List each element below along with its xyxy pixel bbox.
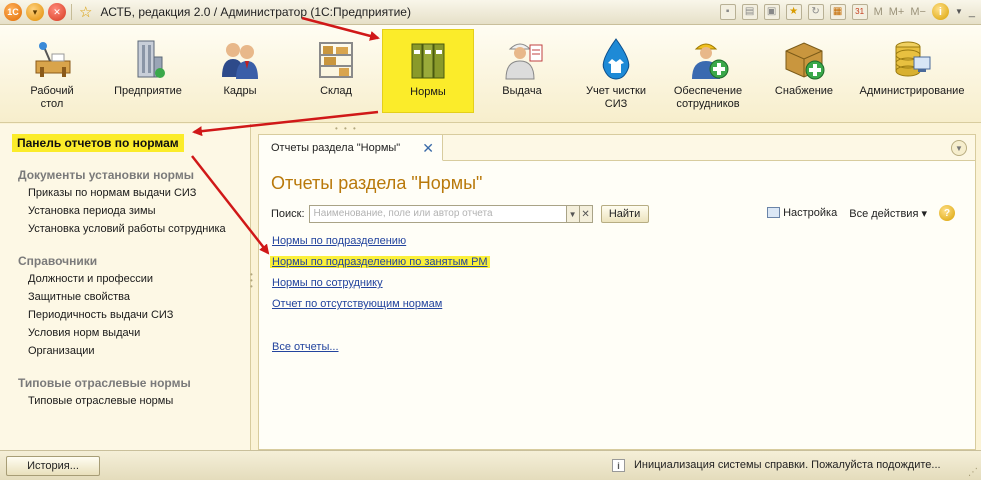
section-label: Обеспечение сотрудников [673, 85, 743, 110]
status-info-icon: i [612, 459, 625, 472]
section-label: Предприятие [114, 85, 182, 97]
all-reports-link[interactable]: Все отчеты... [272, 341, 339, 353]
report-panel-content: Отчеты раздела "Нормы" Поиск: Наименован… [259, 161, 975, 449]
memory-plus-button[interactable]: M+ [889, 6, 905, 18]
search-dropdown-icon[interactable]: ▼ [566, 205, 580, 223]
favorites-star-icon[interactable]: ☆ [79, 3, 92, 21]
nav-group-title: Документы установки нормы [18, 168, 194, 182]
info-dropdown-icon[interactable]: ▼ [955, 7, 963, 16]
memory-m-button[interactable]: M [874, 6, 883, 18]
search-clear-icon[interactable]: ✕ [579, 205, 593, 223]
settings-icon [767, 207, 781, 218]
all-actions-button[interactable]: Все действия ▾ [849, 207, 927, 220]
people-icon [218, 37, 262, 81]
status-bar: История... i Инициализация системы справ… [0, 450, 981, 480]
app-logo-icon[interactable]: 1C [4, 3, 22, 21]
section-label: Выдача [502, 85, 542, 97]
main-workspace: Отчеты раздела "Нормы" ✕ ▼ Отчеты раздел… [258, 134, 976, 450]
window-title: АСТБ, редакция 2.0 / Администратор (1С:П… [100, 5, 411, 19]
nav-item-issue-frequency[interactable]: Периодичность выдачи СИЗ [28, 309, 173, 321]
report-link-by-department-workplaces[interactable]: Нормы по подразделению по занятым РМ [270, 256, 490, 268]
search-input[interactable]: Наименование, поле или автор отчета [308, 205, 567, 223]
nav-item-norm-conditions[interactable]: Условия норм выдачи [28, 327, 140, 339]
page-title: Отчеты раздела "Нормы" [271, 173, 483, 193]
sections-panel: Рабочий стол Предприятие Кадры Склад Нор… [0, 25, 981, 123]
nav-group-title: Справочники [18, 254, 98, 268]
section-desktop[interactable]: Рабочий стол [14, 29, 90, 115]
report-link-missing-norms[interactable]: Отчет по отсутствующим нормам [272, 298, 442, 310]
section-label: Учет чистки СИЗ [586, 85, 646, 110]
section-label: Рабочий стол [30, 85, 74, 110]
add-favorite-icon[interactable]: ★ [785, 3, 802, 20]
vertical-splitter-handle[interactable]: • • • [250, 271, 256, 291]
main-menu-icon[interactable]: ▾ [26, 3, 44, 21]
history-button[interactable]: История... [6, 456, 100, 476]
save-icon[interactable]: ▪ [719, 3, 736, 20]
memory-minus-button[interactable]: M− [910, 6, 926, 18]
panel-title: Панель отчетов по нормам [12, 134, 184, 152]
desk-icon [30, 37, 74, 81]
title-bar: 1C ▾ ✕ ☆ АСТБ, редакция 2.0 / Администра… [0, 0, 981, 25]
horizontal-splitter-handle[interactable]: • • • [335, 124, 358, 133]
nav-item-standard-norms[interactable]: Типовые отраслевые нормы [28, 395, 173, 407]
section-issue[interactable]: Выдача [484, 29, 560, 115]
section-label: Снабжение [774, 85, 834, 97]
nav-item-winter-period[interactable]: Установка периода зимы [28, 205, 156, 217]
print-preview-icon[interactable]: ▣ [763, 3, 780, 20]
section-hr[interactable]: Кадры [200, 29, 280, 115]
report-link-by-employee[interactable]: Нормы по сотруднику [272, 277, 383, 289]
section-administration[interactable]: Администрирование [856, 29, 968, 115]
print-icon[interactable]: ▤ [741, 3, 758, 20]
section-label: Кадры [223, 85, 257, 97]
find-button[interactable]: Найти [600, 205, 649, 223]
close-tab-icon[interactable]: ✕ [422, 140, 434, 157]
chevron-down-icon[interactable]: ▼ [951, 140, 967, 156]
database-icon [890, 37, 934, 81]
search-label: Поиск: [271, 208, 305, 220]
resize-grip-icon[interactable]: ⋰ [968, 467, 978, 478]
binders-icon [406, 38, 450, 82]
section-norms[interactable]: Нормы [382, 29, 474, 113]
help-icon[interactable]: ? [939, 205, 955, 221]
tab-label: Отчеты раздела "Нормы" [271, 141, 401, 154]
calculator-icon[interactable]: ▦ [829, 3, 846, 20]
minimize-icon[interactable]: _ [969, 6, 975, 18]
title-bar-tools: ▪ ▤ ▣ ★ ↻ ▦ 31 M M+ M− i ▼ _ [719, 3, 975, 20]
box-add-icon [782, 37, 826, 81]
section-employee-supply[interactable]: Обеспечение сотрудников [666, 29, 750, 115]
history-icon[interactable]: ↻ [807, 3, 824, 20]
section-label: Администрирование [859, 85, 965, 97]
section-warehouse[interactable]: Склад [296, 29, 376, 115]
actions-toolbar: Настройка Все действия ▾ ? [767, 205, 955, 221]
search-row: Поиск: Наименование, поле или автор отче… [271, 205, 649, 223]
status-message: Инициализация системы справки. Пожалуйст… [634, 459, 941, 471]
worker-add-icon [686, 37, 730, 81]
section-enterprise[interactable]: Предприятие [108, 29, 188, 115]
nav-group-title: Типовые отраслевые нормы [18, 376, 191, 390]
nav-item-norm-orders[interactable]: Приказы по нормам выдачи СИЗ [28, 187, 196, 199]
calendar-icon[interactable]: 31 [851, 3, 868, 20]
divider [71, 4, 72, 20]
warehouse-icon [314, 37, 358, 81]
section-procurement[interactable]: Снабжение [766, 29, 842, 115]
report-link-by-department[interactable]: Нормы по подразделению [272, 235, 406, 247]
settings-label: Настройка [783, 207, 838, 219]
nav-item-work-conditions[interactable]: Установка условий работы сотрудника [28, 223, 226, 235]
tab-norms-reports[interactable]: Отчеты раздела "Нормы" ✕ [259, 135, 443, 161]
worker-icon [500, 37, 544, 81]
settings-button[interactable]: Настройка [767, 207, 837, 219]
nav-item-organizations[interactable]: Организации [28, 345, 95, 357]
water-drop-icon [594, 37, 638, 81]
building-icon [126, 37, 170, 81]
nav-item-positions[interactable]: Должности и профессии [28, 273, 153, 285]
close-window-icon[interactable]: ✕ [48, 3, 66, 21]
section-label: Нормы [410, 86, 446, 98]
nav-item-protective-properties[interactable]: Защитные свойства [28, 291, 130, 303]
info-icon[interactable]: i [931, 3, 949, 20]
left-navigation-panel: Панель отчетов по нормам Документы устан… [0, 124, 251, 450]
section-ppe-cleaning[interactable]: Учет чистки СИЗ [578, 29, 654, 115]
section-label: Склад [320, 85, 352, 97]
